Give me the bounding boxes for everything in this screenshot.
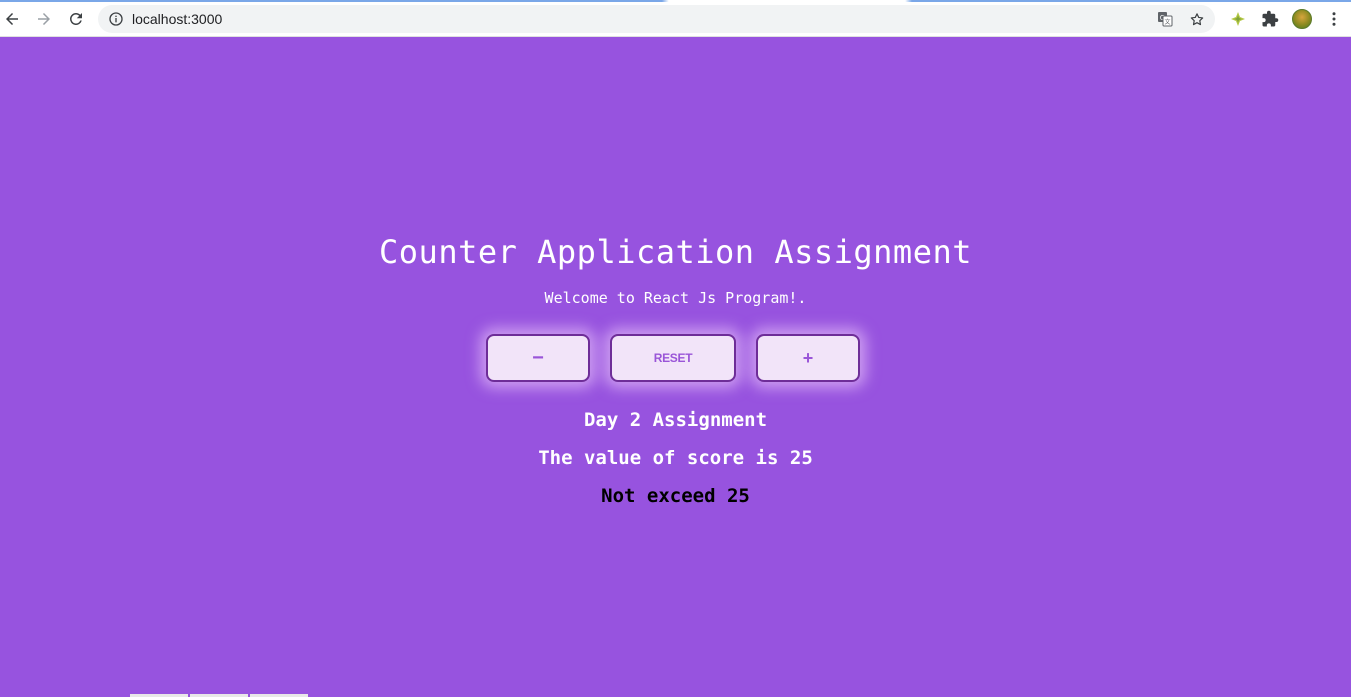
browser-window: localhost:3000 G 文 xyxy=(0,0,1351,697)
address-bar[interactable]: localhost:3000 G 文 xyxy=(98,5,1215,33)
page-title: Counter Application Assignment xyxy=(379,233,972,271)
translate-button[interactable]: G 文 xyxy=(1157,11,1173,27)
puzzle-icon xyxy=(1262,10,1279,27)
arrow-right-icon xyxy=(38,13,50,25)
forward-button[interactable] xyxy=(32,7,56,31)
bookmark-button[interactable] xyxy=(1189,11,1205,27)
extension-button[interactable] xyxy=(1227,8,1249,30)
tab-strip-accent xyxy=(0,0,1351,2)
url-text[interactable]: localhost:3000 xyxy=(132,11,222,27)
more-vert-icon xyxy=(1332,12,1336,26)
extensions-menu-button[interactable] xyxy=(1259,8,1281,30)
profile-button[interactable] xyxy=(1291,8,1313,30)
star-icon xyxy=(1190,12,1204,25)
score-text: The value of score is 25 xyxy=(538,447,813,469)
limit-text: Not exceed 25 xyxy=(601,485,750,507)
reset-button[interactable]: RESET xyxy=(610,334,736,382)
reload-button[interactable] xyxy=(64,7,88,31)
svg-text:文: 文 xyxy=(1164,18,1170,26)
extension-icon xyxy=(1231,12,1245,26)
increment-button[interactable]: + xyxy=(756,334,860,382)
reload-icon xyxy=(69,12,82,25)
avatar xyxy=(1292,9,1312,29)
arrow-left-icon xyxy=(6,13,18,25)
day-heading: Day 2 Assignment xyxy=(583,409,768,431)
translate-icon: G 文 xyxy=(1158,12,1173,27)
info-icon[interactable] xyxy=(108,11,124,27)
page-content: Counter Application Assignment Welcome t… xyxy=(0,37,1351,697)
browser-toolbar: localhost:3000 G 文 xyxy=(0,0,1351,37)
decrement-button[interactable]: − xyxy=(486,334,590,382)
welcome-text: Welcome to React Js Program!. xyxy=(544,289,807,307)
back-button[interactable] xyxy=(0,7,24,31)
menu-button[interactable] xyxy=(1323,8,1345,30)
